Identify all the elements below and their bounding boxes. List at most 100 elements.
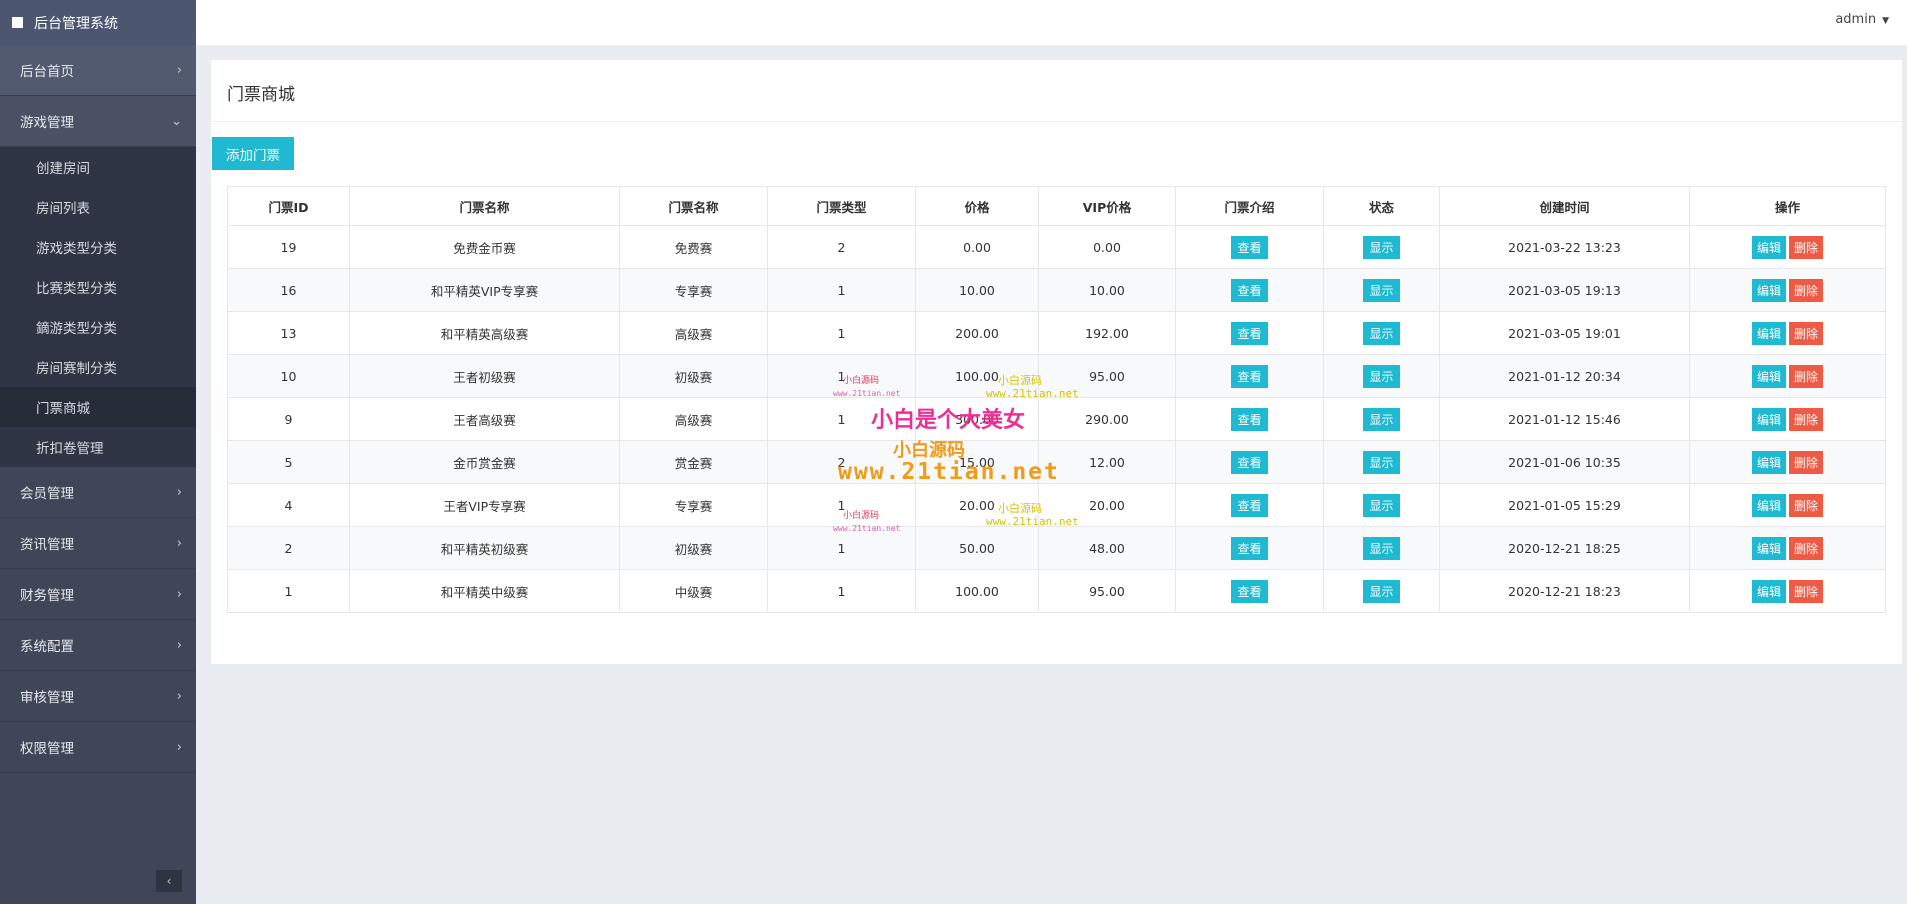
cell-status: 显示 xyxy=(1323,483,1440,527)
sidebar-item-news[interactable]: 资讯管理 › xyxy=(0,518,196,569)
delete-button[interactable]: 删除 xyxy=(1789,536,1824,560)
view-button[interactable]: 查看 xyxy=(1231,493,1268,517)
cell-status: 显示 xyxy=(1323,354,1440,398)
cell-vip-price: 20.00 xyxy=(1038,483,1176,527)
edit-button[interactable]: 编辑 xyxy=(1751,278,1786,302)
sub-item-create-room[interactable]: 创建房间 xyxy=(0,147,196,187)
cell-status: 显示 xyxy=(1323,569,1440,613)
sub-item-ticket-store[interactable]: 门票商城 xyxy=(0,387,196,427)
table-row: 19 免费金币赛 免费赛 2 0.00 0.00 查看 显示 2021-03-22 13:23 编… xyxy=(227,225,1886,269)
view-button[interactable]: 查看 xyxy=(1231,364,1268,388)
edit-button[interactable]: 编辑 xyxy=(1751,536,1786,560)
cell-intro: 查看 xyxy=(1175,225,1324,269)
status-button[interactable]: 显示 xyxy=(1363,364,1400,388)
sub-item-room-list[interactable]: 房间列表 xyxy=(0,187,196,227)
sidebar-item-review[interactable]: 审核管理 › xyxy=(0,671,196,722)
view-button[interactable]: 查看 xyxy=(1231,321,1268,345)
sidebar-item-home[interactable]: 后台首页 › xyxy=(0,45,196,96)
cell-type: 1 xyxy=(767,569,916,613)
view-button[interactable]: 查看 xyxy=(1231,450,1268,474)
cell-vip-price: 10.00 xyxy=(1038,268,1176,312)
status-button[interactable]: 显示 xyxy=(1363,235,1400,259)
delete-button[interactable]: 删除 xyxy=(1789,407,1824,431)
cell-status: 显示 xyxy=(1323,397,1440,441)
status-button[interactable]: 显示 xyxy=(1363,579,1400,603)
topbar: admin ▼ xyxy=(196,0,1907,45)
table-row: 13 和平精英高级赛 高级赛 1 200.00 192.00 查看 显示 2021-03-05 … xyxy=(227,311,1886,355)
status-button[interactable]: 显示 xyxy=(1363,450,1400,474)
cell-created: 2020-12-21 18:25 xyxy=(1439,526,1690,570)
sidebar-collapse-button[interactable]: ‹ xyxy=(156,870,182,892)
status-button[interactable]: 显示 xyxy=(1363,321,1400,345)
delete-button[interactable]: 删除 xyxy=(1789,450,1824,474)
col-header-created: 创建时间 xyxy=(1439,186,1690,226)
edit-button[interactable]: 编辑 xyxy=(1751,407,1786,431)
status-button[interactable]: 显示 xyxy=(1363,278,1400,302)
cell-actions: 编辑 删除 xyxy=(1689,483,1886,527)
status-button[interactable]: 显示 xyxy=(1363,493,1400,517)
delete-button[interactable]: 删除 xyxy=(1789,278,1824,302)
chevron-right-icon: › xyxy=(176,62,182,78)
view-button[interactable]: 查看 xyxy=(1231,235,1268,259)
edit-button[interactable]: 编辑 xyxy=(1751,450,1786,474)
chevron-right-icon: › xyxy=(176,535,182,551)
delete-button[interactable]: 删除 xyxy=(1789,321,1824,345)
add-ticket-button[interactable]: 添加门票 xyxy=(212,137,294,170)
table-row: 9 王者高级赛 高级赛 1 300.00 290.00 查看 显示 2021-01-12 15:… xyxy=(227,397,1886,441)
cell-status: 显示 xyxy=(1323,311,1440,355)
cell-name2: 赏金赛 xyxy=(619,440,768,484)
cell-intro: 查看 xyxy=(1175,397,1324,441)
edit-button[interactable]: 编辑 xyxy=(1751,579,1786,603)
sub-item-room-format[interactable]: 房间赛制分类 xyxy=(0,347,196,387)
sidebar-item-settings[interactable]: 系统配置 › xyxy=(0,620,196,671)
sidebar-item-permissions[interactable]: 权限管理 › xyxy=(0,722,196,773)
delete-button[interactable]: 删除 xyxy=(1789,493,1824,517)
cell-actions: 编辑 删除 xyxy=(1689,225,1886,269)
view-button[interactable]: 查看 xyxy=(1231,407,1268,431)
col-header-actions: 操作 xyxy=(1689,186,1886,226)
sidebar-item-finance[interactable]: 财务管理 › xyxy=(0,569,196,620)
view-button[interactable]: 查看 xyxy=(1231,536,1268,560)
cell-price: 100.00 xyxy=(915,569,1039,613)
table-row: 2 和平精英初级赛 初级赛 1 50.00 48.00 查看 显示 2020-12-21 18:… xyxy=(227,526,1886,570)
delete-button[interactable]: 删除 xyxy=(1789,579,1824,603)
sidebar: 后台管理系统 后台首页 › 游戏管理 ⌄ 创建房间 房间列表 游戏类型分类 比赛… xyxy=(0,0,196,904)
sub-item-coupons[interactable]: 折扣卷管理 xyxy=(0,427,196,467)
sub-item-game-type[interactable]: 游戏类型分类 xyxy=(0,227,196,267)
user-menu[interactable]: admin ▼ xyxy=(1835,12,1889,27)
edit-button[interactable]: 编辑 xyxy=(1751,321,1786,345)
view-button[interactable]: 查看 xyxy=(1231,579,1268,603)
cell-price: 300.00 xyxy=(915,397,1039,441)
cell-vip-price: 95.00 xyxy=(1038,354,1176,398)
cell-name: 王者高级赛 xyxy=(349,397,620,441)
col-header-intro: 门票介绍 xyxy=(1175,186,1324,226)
chevron-right-icon: › xyxy=(176,484,182,500)
cell-intro: 查看 xyxy=(1175,268,1324,312)
cell-name: 和平精英中级赛 xyxy=(349,569,620,613)
sub-item-match-type[interactable]: 比赛类型分类 xyxy=(0,267,196,307)
cell-id: 13 xyxy=(227,311,350,355)
cell-name2: 高级赛 xyxy=(619,397,768,441)
cell-name: 王者初级赛 xyxy=(349,354,620,398)
edit-button[interactable]: 编辑 xyxy=(1751,235,1786,259)
cell-intro: 查看 xyxy=(1175,569,1324,613)
sidebar-item-game[interactable]: 游戏管理 ⌄ xyxy=(0,96,196,147)
cell-status: 显示 xyxy=(1323,225,1440,269)
view-button[interactable]: 查看 xyxy=(1231,278,1268,302)
edit-button[interactable]: 编辑 xyxy=(1751,364,1786,388)
sub-item-other-type[interactable]: 鏑游类型分类 xyxy=(0,307,196,347)
sidebar-item-members[interactable]: 会员管理 › xyxy=(0,467,196,518)
brand: 后台管理系统 xyxy=(0,0,196,45)
table-row: 10 王者初级赛 初级赛 1 100.00 95.00 查看 显示 2021-01-12 20:… xyxy=(227,354,1886,398)
edit-button[interactable]: 编辑 xyxy=(1751,493,1786,517)
delete-button[interactable]: 删除 xyxy=(1789,364,1824,388)
delete-button[interactable]: 删除 xyxy=(1789,235,1824,259)
cell-actions: 编辑 删除 xyxy=(1689,268,1886,312)
cell-type: 1 xyxy=(767,311,916,355)
cell-name: 免费金币赛 xyxy=(349,225,620,269)
page-title: 门票商城 xyxy=(211,60,1902,122)
status-button[interactable]: 显示 xyxy=(1363,536,1400,560)
status-button[interactable]: 显示 xyxy=(1363,407,1400,431)
cell-id: 16 xyxy=(227,268,350,312)
sidebar-item-label: 资讯管理 xyxy=(20,537,74,553)
